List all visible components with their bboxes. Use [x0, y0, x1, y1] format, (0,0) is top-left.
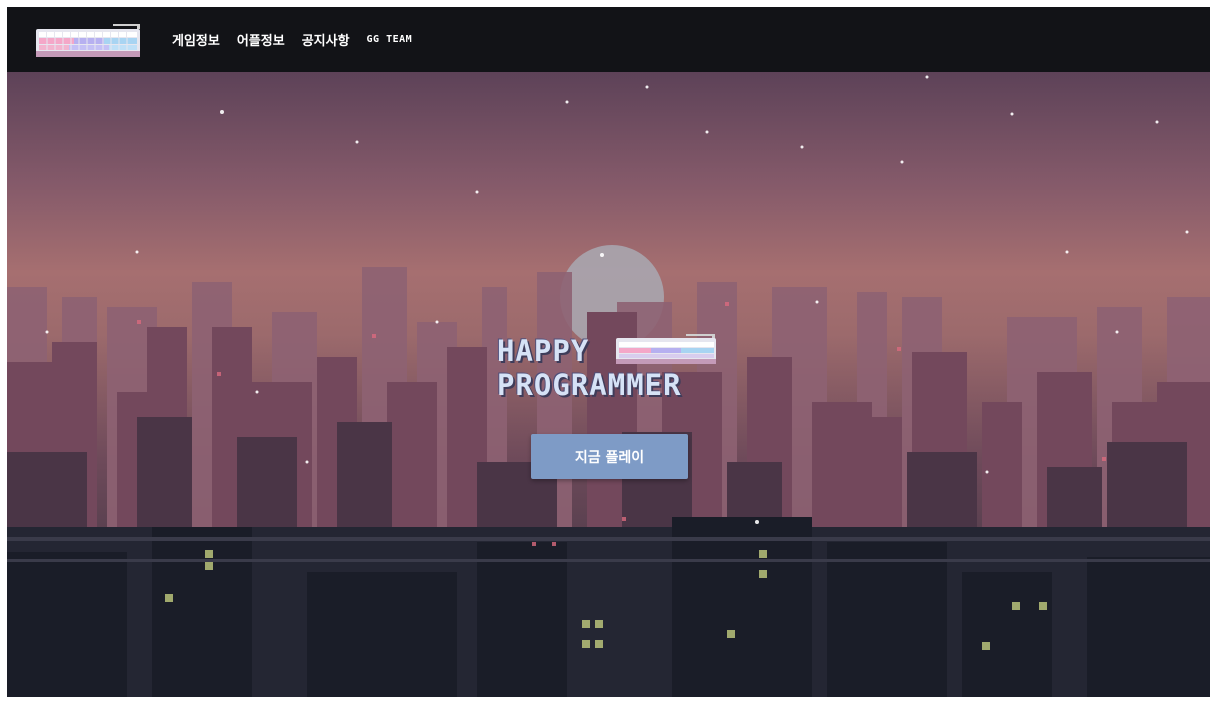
keyboard-logo-icon[interactable] [34, 23, 144, 59]
nav-item-team[interactable]: GG TEAM [367, 34, 413, 45]
keyboard-title-icon [616, 334, 716, 364]
app-frame: 게임정보 어플정보 공지사항 GG TEAM HAPPY PROGRAMMER … [7, 7, 1210, 697]
hero-title-line-2: PROGRAMMER [497, 368, 682, 402]
nav-menu: 게임정보 어플정보 공지사항 GG TEAM [172, 7, 429, 72]
play-now-button[interactable]: 지금 플레이 [531, 434, 688, 479]
top-navbar: 게임정보 어플정보 공지사항 GG TEAM [7, 7, 1210, 72]
hero-title: HAPPY PROGRAMMER [497, 334, 716, 402]
hero-section: HAPPY PROGRAMMER 지금 플레이 [7, 72, 1210, 697]
nav-item-notice[interactable]: 공지사항 [302, 30, 350, 49]
nav-item-game-info[interactable]: 게임정보 [172, 30, 220, 49]
nav-item-app-info[interactable]: 어플정보 [237, 30, 285, 49]
